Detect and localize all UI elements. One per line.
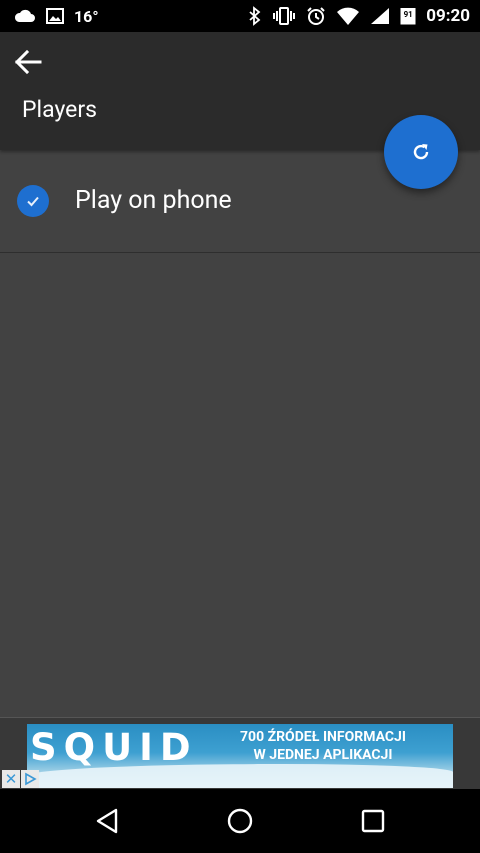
wifi-icon — [336, 7, 360, 25]
home-circle-icon — [227, 808, 253, 834]
image-icon — [46, 8, 64, 24]
ad-banner[interactable]: SQUID 700 ŹRÓDEŁ INFORMACJI W JEDNEJ APL… — [27, 724, 453, 788]
cloud-icon — [14, 9, 36, 23]
bluetooth-icon — [248, 6, 262, 26]
ad-text-line1: 700 ŹRÓDEŁ INFORMACJI — [240, 729, 406, 745]
check-icon — [17, 185, 49, 217]
nav-home-button[interactable] — [208, 789, 272, 853]
back-button[interactable] — [10, 44, 46, 80]
calendar-day-text: 91 — [403, 10, 413, 19]
page-title: Players — [22, 96, 98, 123]
alarm-icon — [306, 6, 326, 26]
ad-bar: SQUID 700 ŹRÓDEŁ INFORMACJI W JEDNEJ APL… — [0, 717, 480, 790]
refresh-button[interactable] — [384, 115, 458, 189]
player-item-label: Play on phone — [75, 186, 232, 215]
arrow-left-icon — [14, 49, 42, 75]
status-bar: 16° 91 09:20 — [0, 0, 480, 32]
status-left: 16° — [14, 0, 99, 32]
nav-back-button[interactable] — [75, 789, 139, 853]
temperature-text: 16° — [74, 6, 99, 26]
ad-text-line2: W JEDNEJ APLIKACJI — [253, 747, 393, 763]
refresh-icon — [413, 144, 429, 160]
back-triangle-icon — [96, 808, 118, 834]
close-icon[interactable]: ✕ — [2, 770, 20, 788]
navigation-bar — [0, 789, 480, 853]
status-right: 91 09:20 — [248, 0, 470, 32]
adchoices-icon[interactable] — [21, 770, 39, 788]
ad-logo: SQUID — [30, 726, 198, 769]
nav-recents-button[interactable] — [341, 789, 405, 853]
vibrate-icon — [272, 7, 296, 25]
recents-square-icon — [361, 809, 385, 833]
signal-icon — [370, 7, 390, 25]
ad-text: 700 ŹRÓDEŁ INFORMACJI W JEDNEJ APLIKACJI — [203, 728, 443, 764]
clock-text: 09:20 — [426, 6, 470, 26]
calendar-icon: 91 — [400, 7, 416, 25]
